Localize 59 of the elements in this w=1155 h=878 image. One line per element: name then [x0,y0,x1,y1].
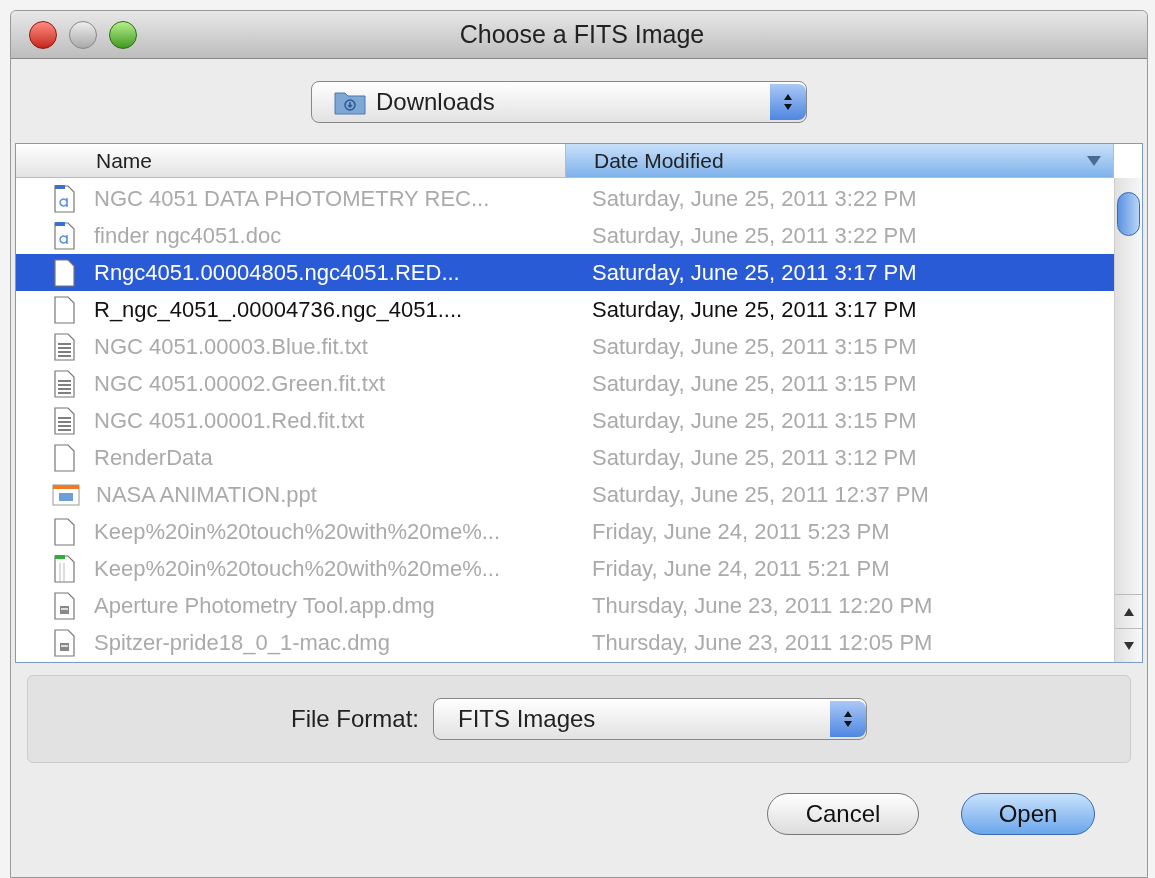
file-date: Thursday, June 23, 2011 12:20 PM [591,592,933,620]
file-name: NGC 4051.00003.Blue.fit.txt [94,333,368,361]
format-dropdown[interactable]: FITS Images [433,698,867,740]
document-icon [52,258,78,287]
text-file-icon [52,332,78,361]
sort-arrow-icon [1087,154,1101,167]
file-name: R_ngc_4051_.00004736.ngc_4051.... [94,296,463,324]
text-file-icon [52,369,78,398]
stepper-arrows-icon [830,701,866,737]
open-button[interactable]: Open [961,793,1095,835]
file-date: Thursday, June 23, 2011 12:05 PM [591,629,933,657]
document-icon [52,554,78,583]
file-date: Friday, June 24, 2011 5:21 PM [591,555,890,583]
scroll-thumb[interactable] [1117,192,1140,236]
format-label: File Format: [291,704,419,734]
cancel-button[interactable]: Cancel [767,793,919,835]
column-header[interactable]: Date Modified [566,144,1114,177]
file-name: NGC 4051.00001.Red.fit.txt [94,407,365,435]
file-date: Saturday, June 25, 2011 3:15 PM [591,333,917,361]
file-date: Saturday, June 25, 2011 3:15 PM [591,407,917,435]
document-icon [52,221,78,250]
file-date: Saturday, June 25, 2011 3:22 PM [591,222,917,250]
file-date: Saturday, June 25, 2011 3:12 PM [591,444,917,472]
scroll-bar[interactable] [1114,178,1142,662]
file-date: Saturday, June 25, 2011 3:17 PM [591,296,917,324]
minimize-button[interactable] [69,20,97,49]
column-header[interactable]: Name [16,144,566,177]
file-name: Keep%20in%20touch%20with%20me%... [94,555,501,583]
file-name: NASA ANIMATION.ppt [96,481,317,509]
file-date: Saturday, June 25, 2011 3:17 PM [591,259,917,287]
file-date: Saturday, June 25, 2011 3:15 PM [591,370,917,398]
file-date: Friday, June 24, 2011 5:23 PM [591,518,890,546]
disk-image-icon [52,591,78,620]
file-date: Saturday, June 25, 2011 12:37 PM [591,481,929,509]
close-button[interactable] [29,20,57,49]
file-row[interactable]: Rngc4051.00004805.ngc4051.RED... Saturday, June 25, 2011 3:17 PM [16,254,1114,291]
file-row[interactable]: R_ngc_4051_.00004736.ngc_4051.... Saturday, June 25, 2011 3:17 PM [16,291,1114,328]
stepper-arrows-icon [770,84,806,120]
document-icon [52,295,78,324]
file-name: NGC 4051 DATA PHOTOMETRY REC... [94,185,490,213]
file-name: Rngc4051.00004805.ngc4051.RED... [94,259,460,287]
file-name: Keep%20in%20touch%20with%20me%... [94,518,501,546]
file-name: Aperture Photometry Tool.app.dmg [94,592,435,620]
document-icon [52,184,78,213]
file-date: Saturday, June 25, 2011 3:22 PM [591,185,917,213]
file-name: NGC 4051.00002.Green.fit.txt [94,370,386,398]
scroll-down-arrow-icon[interactable] [1122,640,1135,651]
location-dropdown[interactable]: Downloads [311,81,807,123]
folder-icon [334,89,366,115]
window-title: Choose a FITS Image [459,18,705,50]
document-icon [52,517,78,546]
file-name: finder ngc4051.doc [94,222,282,250]
document-icon [52,443,78,472]
file-name: RenderData [94,444,213,472]
file-name: Spitzer-pride18_0_1-mac.dmg [94,629,390,657]
zoom-button[interactable] [109,20,137,49]
disk-image-icon [52,628,78,657]
text-file-icon [52,406,78,435]
scroll-up-arrow-icon[interactable] [1122,606,1135,617]
